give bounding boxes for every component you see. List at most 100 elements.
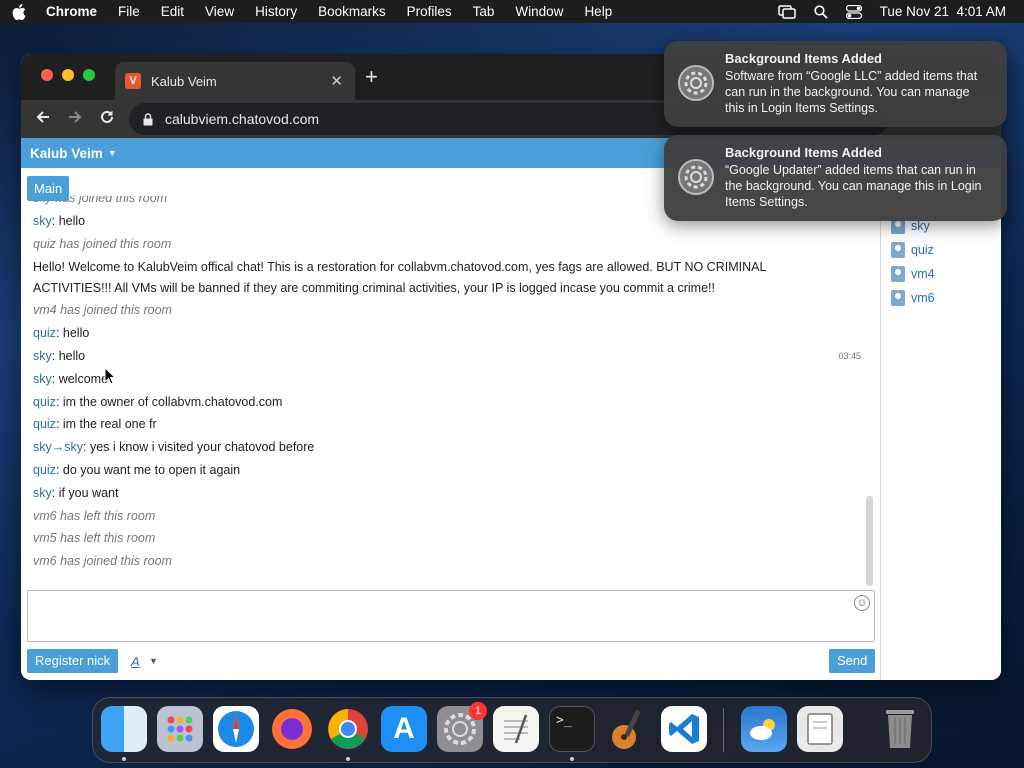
room-tab-main[interactable]: Main [27,176,70,201]
forward-arrow-icon[interactable] [67,109,83,125]
launchpad-icon[interactable] [157,706,203,752]
control-center-icon[interactable] [845,4,862,19]
chevron-down-icon[interactable]: ▼ [149,656,158,666]
message-text: : do you want me to open it again [55,463,241,477]
message-nick[interactable]: quiz [33,463,56,477]
window-close-button[interactable] [41,69,53,81]
dock-separator [723,708,724,752]
message-item: quiz: hello [33,323,833,344]
back-arrow-icon[interactable] [35,109,51,125]
running-indicator [346,757,350,761]
tab-title: Kalub Veim [151,73,217,89]
tab-close-icon[interactable]: ✕ [330,72,343,90]
message-text: : im the real one fr [55,417,157,431]
menu-tab[interactable]: Tab [473,4,495,19]
menu-edit[interactable]: Edit [161,4,184,19]
notification-title: Background Items Added [725,51,882,66]
window-minimize-button[interactable] [62,69,74,81]
message-text: : hello [51,214,86,228]
message-item: Hello! Welcome to KalubVeim offical chat… [33,260,766,295]
menu-profiles[interactable]: Profiles [407,4,452,19]
mouse-cursor-icon [104,367,116,385]
message-item: quiz: im the owner of collabvm.chatovod.… [33,392,833,413]
message-nick[interactable]: sky→sky [33,440,83,454]
message-nick[interactable]: quiz [33,326,56,340]
vscode-icon[interactable] [661,706,707,752]
notification-title: Background Items Added [725,145,882,160]
menu-history[interactable]: History [255,4,297,19]
chrome-icon[interactable] [325,706,371,752]
user-item-vm6[interactable]: vm6 [891,290,935,306]
notification-card[interactable]: Background Items Added “Google Updater” … [664,135,1007,221]
message-item: vm5 has left this room [33,531,156,545]
user-item-quiz[interactable]: quiz [891,242,934,258]
message-item: vm4 has joined this room [33,303,172,317]
user-name: vm6 [911,291,935,305]
message-scrollbar[interactable] [866,496,873,586]
notification-body: “Google Updater” added items that can ru… [725,163,982,209]
chevron-down-icon[interactable]: ▼ [108,148,117,158]
url-text[interactable]: calubviem.chatovod.com [165,111,319,127]
weather-icon[interactable] [741,706,787,752]
font-style-button[interactable]: A [131,654,140,669]
message-item: vm6 has joined this room [33,554,172,568]
register-nick-button[interactable]: Register nick [27,649,119,673]
user-name: sky [911,219,930,233]
new-tab-icon[interactable]: + [365,66,378,88]
message-text: : yes i know i visited your chatovod bef… [83,440,315,454]
safari-icon[interactable] [213,706,259,752]
preview-icon[interactable] [797,706,843,752]
user-item-vm4[interactable]: vm4 [891,266,935,282]
menu-help[interactable]: Help [584,4,612,19]
send-button[interactable]: Send [829,649,876,673]
message-item: sky: if you want [33,483,833,504]
system-settings-gear-icon [678,159,714,195]
message-nick[interactable]: sky [33,372,52,386]
message-nick[interactable]: quiz [33,417,56,431]
message-nick[interactable]: quiz [33,395,56,409]
finder-icon[interactable] [101,706,147,752]
message-item: sky→sky: yes i know i visited your chato… [33,437,833,458]
menu-bookmarks[interactable]: Bookmarks [318,4,386,19]
user-icon [891,290,905,306]
message-nick[interactable]: sky [33,349,52,363]
message-item: quiz: do you want me to open it again [33,460,833,481]
textedit-icon[interactable] [493,706,539,752]
firefox-icon[interactable] [269,706,315,752]
running-indicator [570,757,574,761]
notification-badge: 1 [469,702,487,720]
apple-icon[interactable] [12,3,26,20]
message-input[interactable]: ☺ [27,590,875,642]
menu-view[interactable]: View [205,4,234,19]
window-zoom-button[interactable] [83,69,95,81]
message-text: : if you want [51,486,119,500]
screen-mirroring-icon[interactable] [777,4,796,19]
reload-icon[interactable] [99,109,115,125]
menu-chrome[interactable]: Chrome [46,4,97,19]
browser-tab[interactable]: V Kalub Veim ✕ [115,62,355,100]
garageband-icon[interactable] [605,706,651,752]
spotlight-search-icon[interactable] [814,4,828,19]
message-item: vm6 has left this room [33,509,156,523]
lock-icon[interactable] [143,112,153,126]
menu-window[interactable]: Window [515,4,563,19]
message-item: sky: hello 03:45 [33,346,861,367]
smiley-icon[interactable]: ☺ [854,595,870,611]
message-item: quiz: im the real one fr [33,414,833,435]
app-store-icon[interactable]: A [381,706,427,752]
dock: A 1 >_ [92,697,932,763]
user-icon [891,242,905,258]
message-text: : hello [55,326,90,340]
user-list: sky quiz vm4 vm6 [880,168,1001,680]
message-nick[interactable]: sky [33,486,52,500]
terminal-icon[interactable]: >_ [549,706,595,752]
system-settings-icon[interactable]: 1 [437,702,487,752]
message-list: sky has joined this room sky: hello quiz… [21,196,873,588]
menu-file[interactable]: File [118,4,140,19]
menubar-clock[interactable]: Tue Nov 21 4:01 AM [880,4,1006,19]
chat-name-label[interactable]: Kalub Veim [30,146,103,161]
trash-icon[interactable] [877,706,923,752]
user-icon [891,266,905,282]
message-nick[interactable]: sky [33,214,52,228]
notification-card[interactable]: Background Items Added Software from “Go… [664,41,1007,127]
